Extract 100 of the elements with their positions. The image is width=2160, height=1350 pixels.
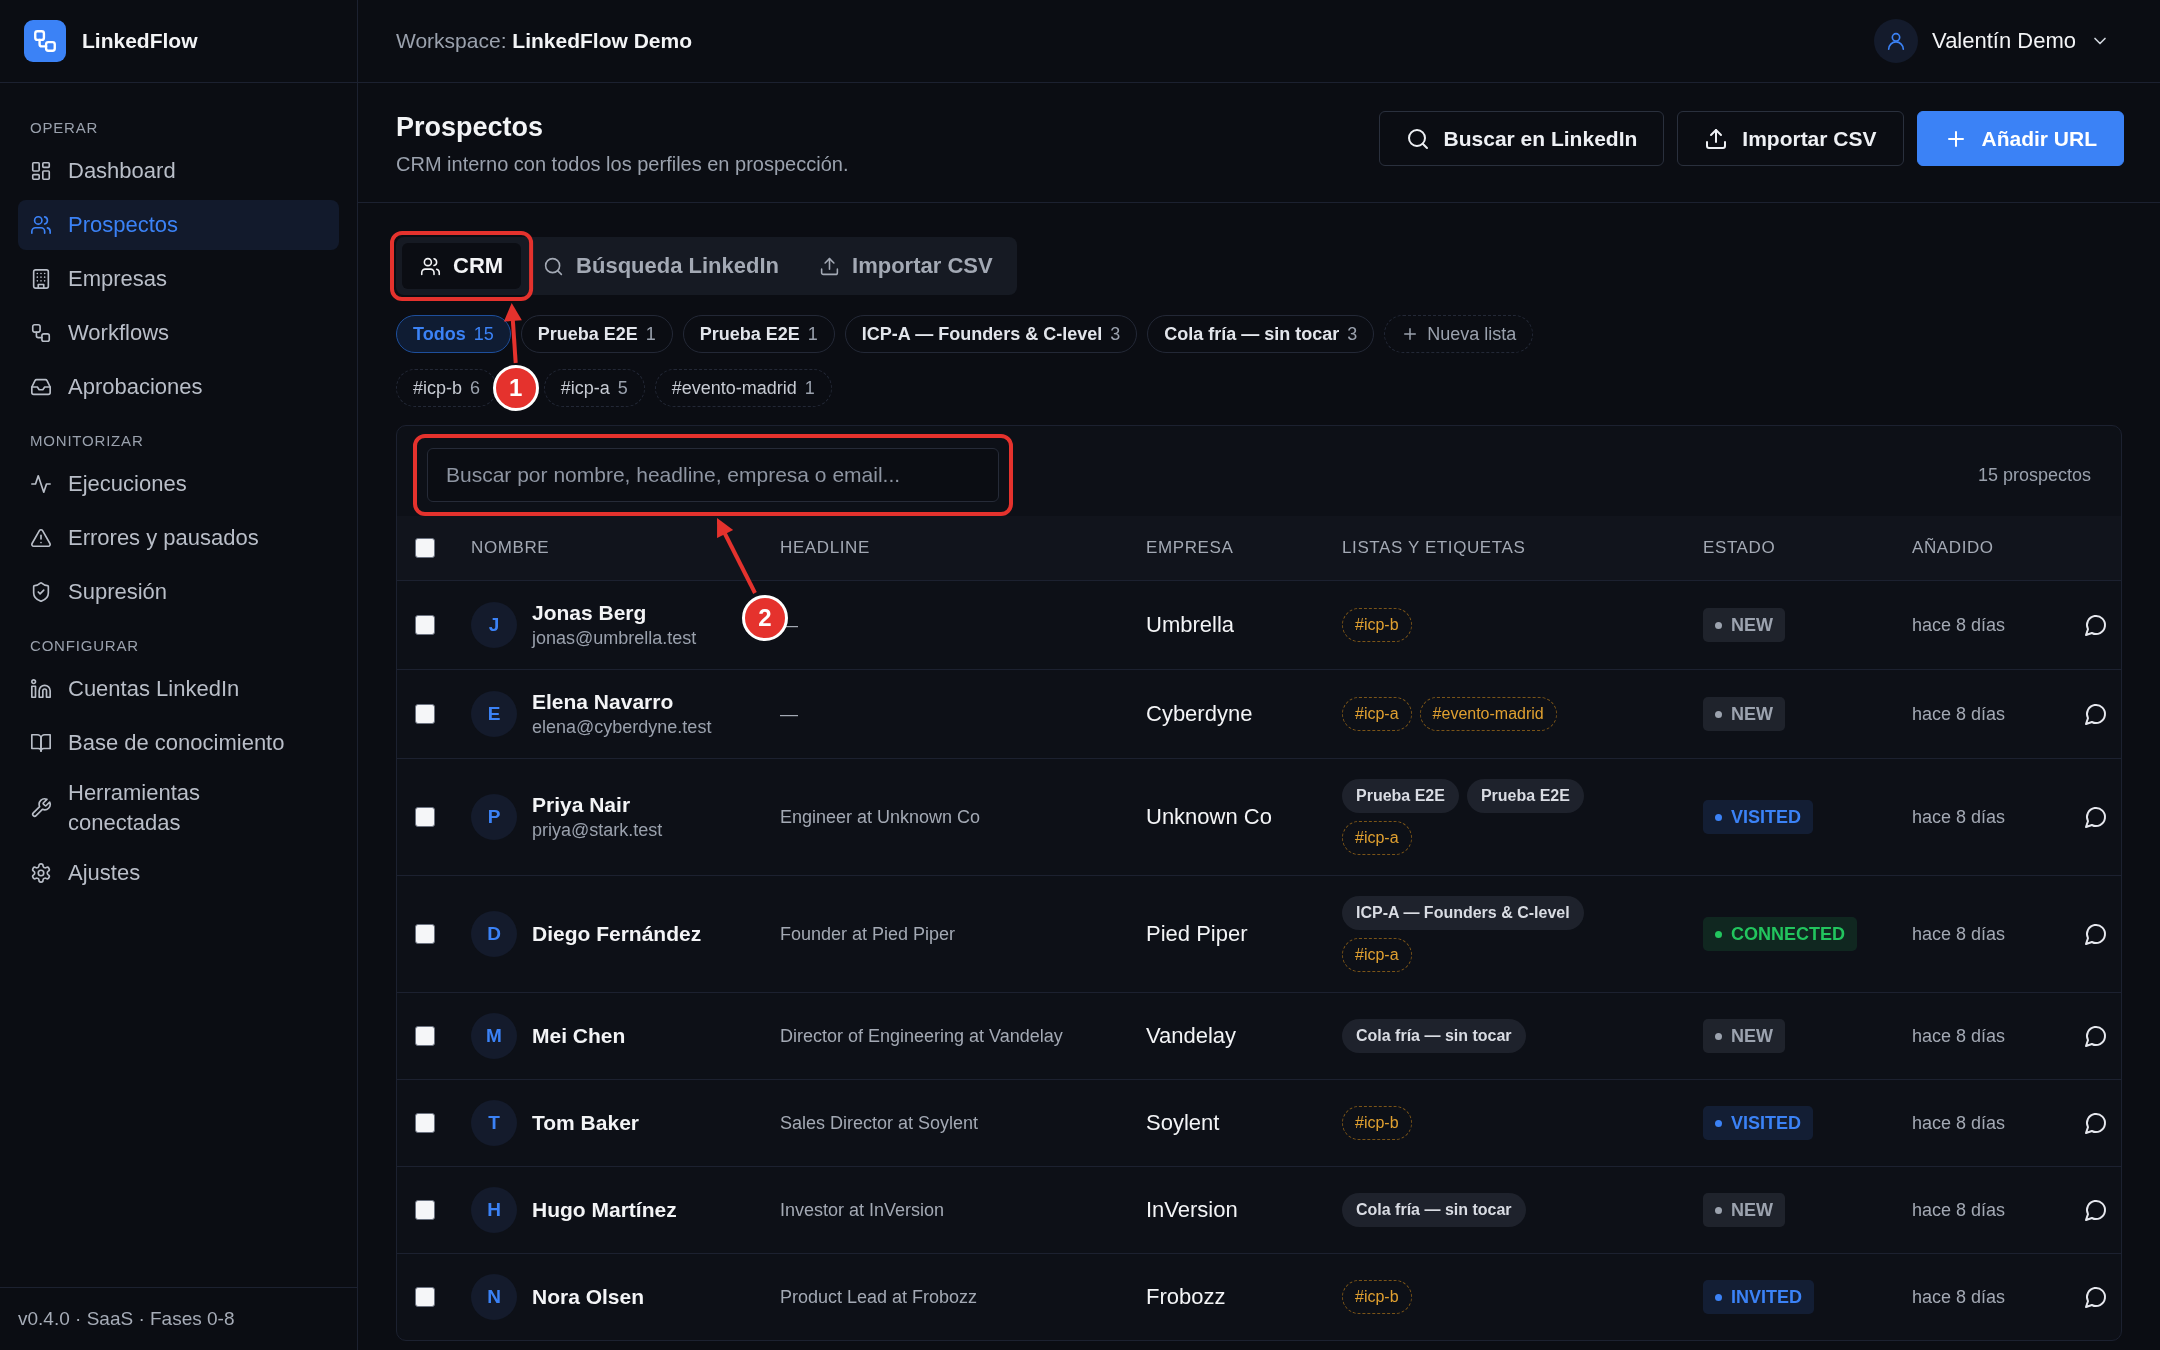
checkbox[interactable] — [415, 615, 435, 635]
list-chip: Cola fría — sin tocar — [1342, 1193, 1526, 1227]
list-chip: Prueba E2E — [1466, 779, 1584, 813]
checkbox[interactable] — [415, 538, 435, 558]
nav-item[interactable]: Cuentas LinkedIn — [18, 664, 339, 714]
result-count: 15 prospectos — [1977, 464, 2091, 486]
page-title: Prospectos — [396, 111, 545, 144]
annotation-arrow — [503, 303, 522, 364]
column-header: NOMBRE — [471, 538, 550, 557]
chat-bubble-icon[interactable] — [2084, 1111, 2108, 1135]
settings-icon — [30, 862, 52, 884]
checkbox[interactable] — [415, 1200, 435, 1220]
nav-item[interactable]: Dashboard — [18, 146, 339, 196]
avatar: T — [471, 1100, 517, 1146]
list-filter-chip[interactable]: Todos 15 — [396, 315, 511, 353]
status-badge: NEW — [1703, 697, 1785, 731]
added-date: hace 8 días — [1912, 1199, 2006, 1220]
linkedin-icon — [30, 678, 52, 700]
checkbox[interactable] — [415, 924, 435, 944]
checkbox[interactable] — [415, 704, 435, 724]
action-button[interactable]: Buscar en LinkedIn — [1378, 111, 1665, 166]
chat-bubble-icon[interactable] — [2084, 805, 2108, 829]
nav-item[interactable]: Supresión — [18, 567, 339, 617]
chat-bubble-icon[interactable] — [2084, 922, 2108, 946]
nav-item[interactable]: Prospectos — [18, 200, 339, 250]
nav-item[interactable]: Aprobaciones — [18, 362, 339, 412]
chat-bubble-icon[interactable] — [2084, 1285, 2108, 1309]
company-name: Unknown Co — [1146, 804, 1272, 829]
avatar: D — [471, 911, 517, 957]
added-date: hace 8 días — [1912, 1025, 2006, 1046]
headline-text: Product Lead at Frobozz — [780, 1286, 978, 1307]
list-chip: Prueba E2E — [1342, 779, 1459, 813]
company-name: InVersion — [1146, 1197, 1238, 1222]
prospect-name: Mei Chen — [532, 1024, 626, 1048]
building-icon — [30, 268, 52, 290]
workflow-icon — [30, 322, 52, 344]
inbox-icon — [30, 376, 52, 398]
headline-text: Founder at Pied Piper — [780, 923, 956, 944]
section-label: MONITORIZAR — [29, 431, 145, 451]
brand-name: LinkedFlow — [82, 29, 198, 53]
chat-bubble-icon[interactable] — [2084, 702, 2108, 726]
list-chip: ICP-A — Founders & C-level — [1342, 896, 1584, 930]
avatar: J — [471, 602, 517, 648]
nav-item[interactable]: Workflows — [18, 308, 339, 358]
users-icon — [420, 255, 441, 277]
prospect-name: Jonas Berg — [532, 601, 648, 625]
section-label: CONFIGURAR — [29, 636, 140, 656]
tab[interactable]: CRM — [402, 243, 522, 289]
chat-bubble-icon[interactable] — [2084, 613, 2108, 637]
page-subtitle: CRM interno con todos los perfiles en prospección. — [396, 153, 849, 176]
avatar: N — [471, 1274, 517, 1320]
avatar: H — [471, 1187, 517, 1233]
status-badge: NEW — [1703, 1193, 1785, 1227]
column-header: AÑADIDO — [1912, 538, 1994, 557]
prospect-name: Elena Navarro — [532, 690, 675, 714]
nav-item[interactable]: Herramientas conectadas — [18, 772, 339, 844]
company-name: Umbrella — [1146, 612, 1235, 637]
status-badge: VISITED — [1703, 1106, 1813, 1140]
prospect-name: Diego Fernández — [532, 922, 702, 946]
nav-item[interactable]: Errores y pausados — [18, 513, 339, 563]
headline-text: Investor at InVersion — [780, 1199, 945, 1220]
column-header: ESTADO — [1703, 538, 1776, 557]
nav-item[interactable]: Base de conocimiento — [18, 718, 339, 768]
user-name: Valentín Demo — [1932, 28, 2076, 54]
prospect-name: Hugo Martínez — [532, 1198, 677, 1222]
chat-bubble-icon[interactable] — [2084, 1198, 2108, 1222]
nav-item[interactable]: Empresas — [18, 254, 339, 304]
headline-text: — — [780, 703, 798, 724]
status-badge: CONNECTED — [1703, 917, 1857, 951]
upload-icon — [1704, 126, 1729, 151]
action-button[interactable]: Importar CSV — [1677, 111, 1904, 166]
add-url-button[interactable]: Añadir URL — [1916, 111, 2124, 166]
added-date: hace 8 días — [1912, 1112, 2006, 1133]
tab[interactable]: Búsqueda LinkedIn — [525, 243, 798, 289]
checkbox[interactable] — [415, 1026, 435, 1046]
chat-bubble-icon[interactable] — [2084, 1024, 2108, 1048]
nav-item[interactable]: Ajustes — [18, 848, 339, 898]
company-name: Vandelay — [1146, 1023, 1237, 1048]
added-date: hace 8 días — [1912, 806, 2006, 827]
column-header: HEADLINE — [780, 538, 870, 557]
wrench-icon — [30, 797, 52, 819]
checkbox[interactable] — [415, 1113, 435, 1133]
headline-text: Sales Director at Soylent — [780, 1112, 979, 1133]
warning-icon — [30, 527, 52, 549]
checkbox[interactable] — [415, 1287, 435, 1307]
nav-item[interactable]: Ejecuciones — [18, 459, 339, 509]
activity-icon — [30, 473, 52, 495]
user-avatar — [1874, 19, 1919, 63]
dashboard-icon — [30, 160, 52, 182]
search-field[interactable]: Buscar por nombre, headline, empresa o email... — [427, 448, 999, 502]
tab[interactable]: Importar CSV — [801, 243, 1011, 289]
checkbox[interactable] — [415, 807, 435, 827]
company-name: Frobozz — [1146, 1284, 1226, 1309]
headline-text: Engineer at Unknown Co — [780, 806, 981, 827]
company-name: Cyberdyne — [1146, 701, 1253, 726]
prospect-name: Priya Nair — [532, 793, 632, 817]
upload-icon — [819, 255, 841, 277]
avatar: P — [471, 794, 517, 840]
status-badge: VISITED — [1703, 800, 1813, 834]
status-badge: NEW — [1703, 1019, 1785, 1053]
